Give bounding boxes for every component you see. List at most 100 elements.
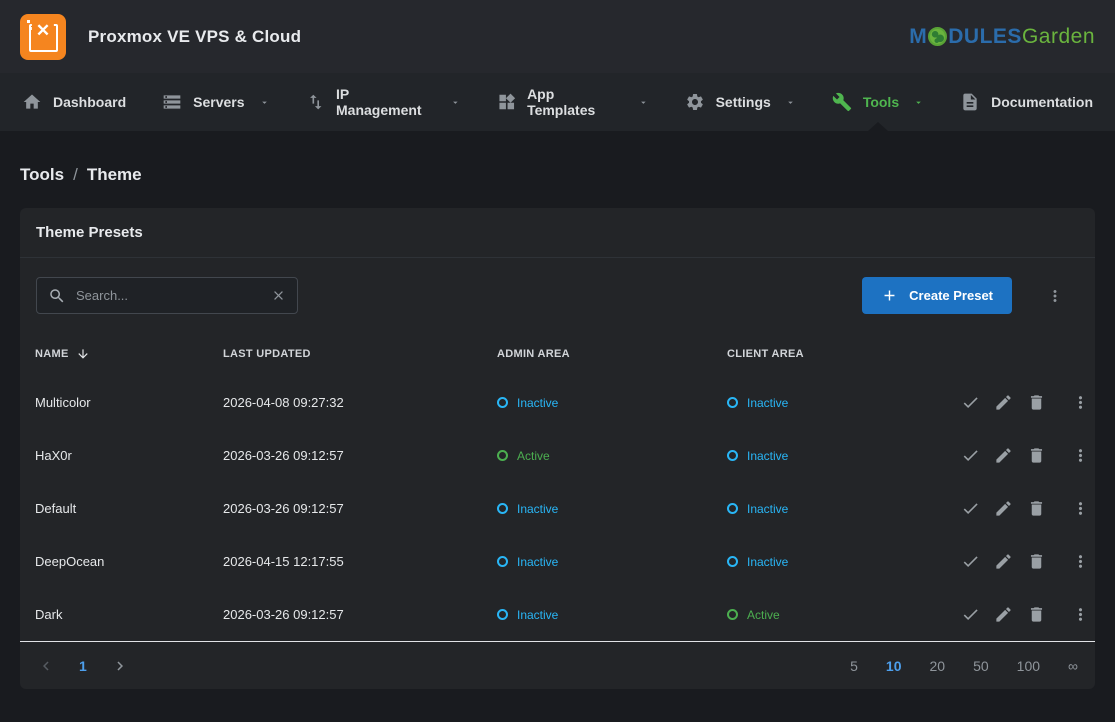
page-size-option[interactable]: 100 bbox=[1017, 658, 1040, 674]
kebab-icon[interactable] bbox=[1046, 287, 1064, 305]
chevron-down-icon bbox=[913, 97, 924, 108]
theme-presets-card: Theme Presets Create Preset NAME LAST UP… bbox=[20, 208, 1095, 689]
approve-icon[interactable] bbox=[961, 446, 980, 465]
row-actions bbox=[947, 499, 1095, 518]
page-size-selector: 5 10 20 50 100 ∞ bbox=[850, 658, 1078, 674]
nav-item-servers[interactable]: Servers bbox=[144, 73, 287, 131]
more-icon[interactable] bbox=[1071, 499, 1090, 518]
app-logo: ✕ bbox=[20, 14, 66, 60]
admin-area-status: Inactive bbox=[497, 396, 727, 410]
table-row: Default2026-03-26 09:12:57 Inactive Inac… bbox=[20, 482, 1095, 535]
edit-icon[interactable] bbox=[994, 393, 1013, 412]
status-label: Inactive bbox=[517, 502, 558, 516]
table-body: Multicolor2026-04-08 09:27:32 Inactive I… bbox=[20, 376, 1095, 641]
nav-item-settings[interactable]: Settings bbox=[667, 73, 814, 131]
more-icon[interactable] bbox=[1071, 446, 1090, 465]
preset-name: Default bbox=[35, 501, 223, 516]
breadcrumb-theme: Theme bbox=[87, 165, 142, 185]
delete-icon[interactable] bbox=[1027, 552, 1046, 571]
nav-item-ip-management[interactable]: IP Management bbox=[288, 73, 479, 131]
delete-icon[interactable] bbox=[1027, 605, 1046, 624]
status-label: Inactive bbox=[747, 555, 788, 569]
wrench-icon bbox=[832, 92, 852, 112]
page-content: Tools / Theme Theme Presets Create Prese… bbox=[0, 165, 1115, 689]
search-input[interactable] bbox=[76, 288, 271, 303]
page-size-option[interactable]: 20 bbox=[930, 658, 946, 674]
status-label: Inactive bbox=[747, 502, 788, 516]
status-ring-icon bbox=[727, 397, 738, 408]
edit-icon[interactable] bbox=[994, 446, 1013, 465]
last-updated: 2026-03-26 09:12:57 bbox=[223, 501, 497, 516]
page-size-option[interactable]: 10 bbox=[886, 658, 902, 674]
nav-item-app-templates[interactable]: App Templates bbox=[479, 73, 667, 131]
nav-item-documentation[interactable]: Documentation bbox=[942, 73, 1111, 131]
chevron-left-icon[interactable] bbox=[37, 657, 55, 675]
admin-area-status: Inactive bbox=[497, 502, 727, 516]
more-icon[interactable] bbox=[1071, 605, 1090, 624]
table-header: NAME LAST UPDATED ADMIN AREA CLIENT AREA bbox=[20, 332, 1095, 376]
brand-text: DULES bbox=[948, 25, 1022, 49]
approve-icon[interactable] bbox=[961, 499, 980, 518]
status-ring-icon bbox=[727, 609, 738, 620]
status-label: Active bbox=[747, 608, 780, 622]
logo-dots-icon bbox=[27, 20, 30, 23]
column-header-name[interactable]: NAME bbox=[35, 347, 223, 361]
nav-label: Settings bbox=[716, 94, 771, 110]
status-ring-icon bbox=[727, 503, 738, 514]
page-size-option[interactable]: 5 bbox=[850, 658, 858, 674]
status-label: Inactive bbox=[747, 449, 788, 463]
last-updated: 2026-04-15 12:17:55 bbox=[223, 554, 497, 569]
breadcrumb: Tools / Theme bbox=[20, 165, 1095, 185]
nav-label: Tools bbox=[863, 94, 899, 110]
breadcrumb-tools[interactable]: Tools bbox=[20, 165, 64, 185]
column-header-admin-area[interactable]: ADMIN AREA bbox=[497, 348, 727, 360]
row-actions bbox=[947, 446, 1095, 465]
status-ring-icon bbox=[727, 450, 738, 461]
page-size-option[interactable]: 50 bbox=[973, 658, 989, 674]
admin-area-status: Active bbox=[497, 449, 727, 463]
status-label: Inactive bbox=[747, 396, 788, 410]
globe-icon bbox=[928, 27, 947, 46]
chevron-down-icon bbox=[785, 97, 796, 108]
client-area-status: Inactive bbox=[727, 396, 947, 410]
last-updated: 2026-03-26 09:12:57 bbox=[223, 607, 497, 622]
chevron-down-icon bbox=[638, 97, 649, 108]
preset-name: Multicolor bbox=[35, 395, 223, 410]
chevron-right-icon[interactable] bbox=[111, 657, 129, 675]
delete-icon[interactable] bbox=[1027, 446, 1046, 465]
row-actions bbox=[947, 393, 1095, 412]
document-icon bbox=[960, 92, 980, 112]
edit-icon[interactable] bbox=[994, 499, 1013, 518]
table-row: DeepOcean2026-04-15 12:17:55 Inactive In… bbox=[20, 535, 1095, 588]
edit-icon[interactable] bbox=[994, 552, 1013, 571]
status-ring-icon bbox=[497, 609, 508, 620]
column-header-last-updated[interactable]: LAST UPDATED bbox=[223, 348, 497, 360]
edit-icon[interactable] bbox=[994, 605, 1013, 624]
active-nav-notch bbox=[868, 122, 888, 131]
column-header-client-area[interactable]: CLIENT AREA bbox=[727, 348, 947, 360]
status-ring-icon bbox=[497, 450, 508, 461]
delete-icon[interactable] bbox=[1027, 499, 1046, 518]
last-updated: 2026-03-26 09:12:57 bbox=[223, 448, 497, 463]
current-page[interactable]: 1 bbox=[79, 658, 87, 674]
more-icon[interactable] bbox=[1071, 552, 1090, 571]
page-size-option[interactable]: ∞ bbox=[1068, 658, 1078, 674]
app-header: ✕ Proxmox VE VPS & Cloud M DULES Garden bbox=[0, 0, 1115, 73]
clear-icon[interactable] bbox=[271, 288, 286, 303]
main-nav: Dashboard Servers IP Management App Temp… bbox=[0, 73, 1115, 131]
delete-icon[interactable] bbox=[1027, 393, 1046, 412]
nav-item-dashboard[interactable]: Dashboard bbox=[4, 73, 144, 131]
row-actions bbox=[947, 552, 1095, 571]
approve-icon[interactable] bbox=[961, 552, 980, 571]
widgets-icon bbox=[497, 92, 516, 112]
chevron-down-icon bbox=[450, 97, 461, 108]
approve-icon[interactable] bbox=[961, 393, 980, 412]
more-icon[interactable] bbox=[1071, 393, 1090, 412]
approve-icon[interactable] bbox=[961, 605, 980, 624]
create-preset-label: Create Preset bbox=[909, 288, 993, 303]
status-ring-icon bbox=[497, 503, 508, 514]
plus-icon bbox=[881, 287, 898, 304]
nav-item-tools[interactable]: Tools bbox=[814, 73, 942, 131]
create-preset-button[interactable]: Create Preset bbox=[862, 277, 1012, 314]
table-row: Dark2026-03-26 09:12:57 Inactive Active bbox=[20, 588, 1095, 641]
